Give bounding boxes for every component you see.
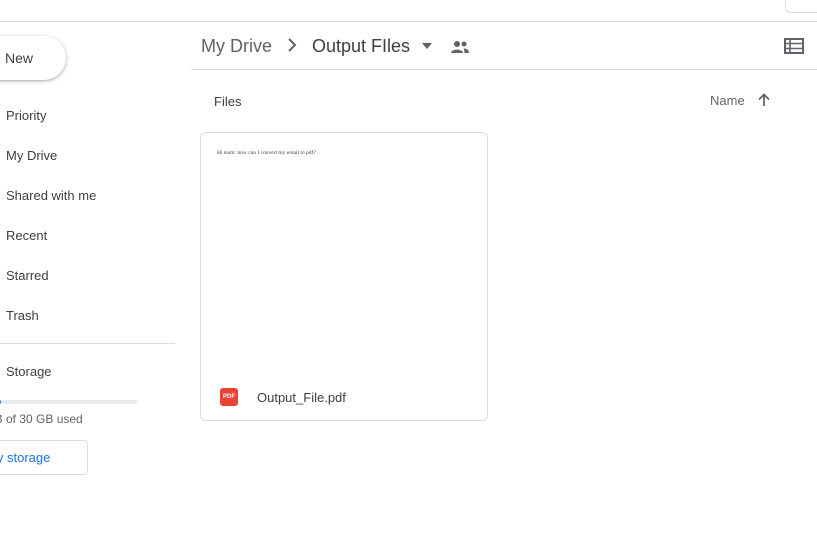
top-right-button[interactable]: [785, 0, 817, 13]
breadcrumb-my-drive[interactable]: My Drive: [201, 36, 272, 57]
pdf-file-icon: PDF: [220, 388, 238, 406]
file-card[interactable]: Hi team: how can I convert my email to p…: [200, 132, 488, 421]
sidebar-item-label: Trash: [6, 307, 39, 323]
storage-used-text: 1B of 30 GB used: [0, 412, 83, 426]
dropdown-caret-icon[interactable]: [421, 42, 433, 50]
sidebar-divider: [0, 343, 175, 344]
file-preview-text: Hi team: how can I convert my email to p…: [217, 150, 316, 156]
sidebar-item-shared-with-me[interactable]: Shared with me: [0, 175, 175, 215]
sidebar-item-recent[interactable]: Recent: [0, 215, 175, 255]
list-view-icon[interactable]: [784, 38, 804, 54]
top-bar: [0, 0, 817, 22]
sidebar-item-my-drive[interactable]: My Drive: [0, 135, 175, 175]
breadcrumb-header: My Drive Output FIles: [191, 22, 817, 70]
sidebar-item-priority[interactable]: Priority: [0, 95, 175, 135]
breadcrumb-current-folder[interactable]: Output FIles: [312, 36, 410, 57]
file-name: Output_File.pdf: [257, 390, 346, 405]
buy-storage-label: Buy storage: [0, 450, 51, 465]
shared-people-icon[interactable]: [451, 40, 469, 54]
storage-usage-fill: [0, 400, 2, 404]
buy-storage-button[interactable]: Buy storage: [0, 440, 88, 475]
sidebar-item-label: My Drive: [6, 147, 58, 163]
storage-usage-bar: [0, 400, 137, 404]
sort-arrow-up-icon[interactable]: [757, 93, 771, 107]
sidebar-item-trash[interactable]: Trash: [0, 295, 175, 335]
sidebar-item-label: Shared with me: [6, 187, 97, 203]
chevron-right-icon: [288, 38, 297, 52]
sidebar-nav: Priority My Drive Shared with me Recent …: [0, 95, 175, 335]
sort-by-name-button[interactable]: Name: [710, 93, 745, 108]
sidebar-item-label: Priority: [6, 107, 47, 123]
sidebar-item-storage[interactable]: Storage: [6, 364, 52, 379]
files-section-title: Files: [214, 94, 242, 109]
sidebar-item-label: Recent: [6, 227, 48, 243]
sidebar-item-starred[interactable]: Starred: [0, 255, 175, 295]
new-button-label: New: [5, 50, 34, 66]
sidebar-item-label: Starred: [6, 267, 49, 283]
new-button[interactable]: New: [0, 36, 66, 80]
